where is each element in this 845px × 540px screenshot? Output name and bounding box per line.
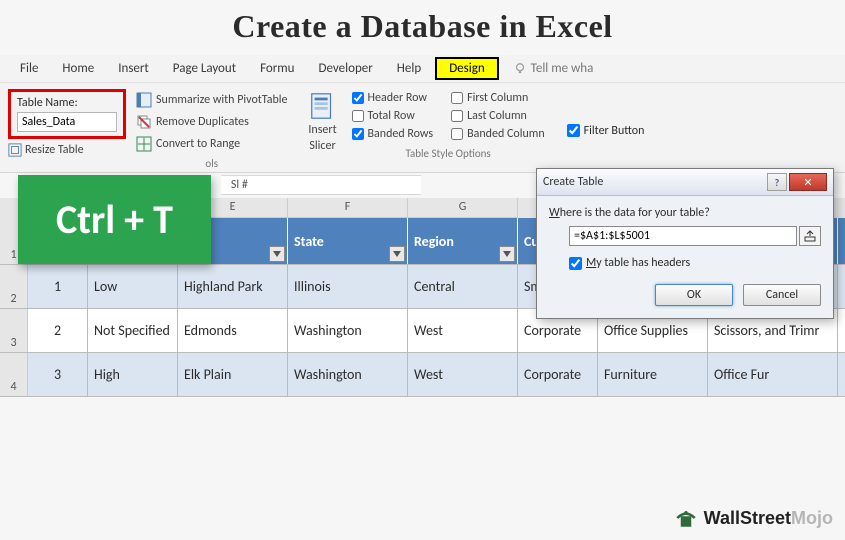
cell-cat[interactable]: Furniture [598,353,708,396]
cell-sl[interactable]: 2 [28,309,88,352]
cell-region[interactable]: West [408,353,518,396]
slicer-icon [308,91,338,121]
pivot-icon [136,92,152,108]
cell-region[interactable]: West [408,309,518,352]
remove-duplicates-button[interactable]: Remove Duplicates [132,113,292,131]
cancel-button[interactable]: Cancel [743,284,821,306]
dialog-title-text: Create Table [543,175,603,189]
filter-dropdown-region[interactable] [499,246,515,262]
brand-text-b: Mojo [791,508,833,529]
brand-text-a: WallStreet [704,508,791,529]
cell-sl[interactable]: 1 [28,265,88,308]
tab-design[interactable]: Design [435,57,498,80]
insert-slicer-line2: Slicer [309,139,335,153]
ribbon-tabs: File Home Insert Page Layout Formu Devel… [0,55,845,83]
tab-home[interactable]: Home [52,57,104,80]
dialog-close-button[interactable]: ✕ [789,173,827,191]
col-label-g[interactable]: G [408,198,518,218]
check-header-row[interactable]: Header Row [352,91,434,105]
tab-file[interactable]: File [10,57,48,80]
table-name-label: Table Name: [17,96,117,110]
insert-slicer-line1: Insert [308,123,336,137]
cell-sl[interactable]: 3 [28,353,88,396]
check-banded-column[interactable]: Banded Column [451,127,545,141]
cell-city[interactable]: Edmonds [178,309,288,352]
row-header[interactable]: 4 [0,353,28,396]
check-first-column[interactable]: First Column [451,91,545,105]
table-row: 4 3 High Elk Plain Washington West Corpo… [0,353,845,397]
page-title: Create a Database in Excel [0,0,845,55]
cell-region[interactable]: Central [408,265,518,308]
range-input[interactable] [569,226,797,246]
group-style-options: Header Row First Column Total Row Last C… [348,89,549,170]
range-picker-button[interactable] [799,226,821,246]
group-properties: Table Name: Resize Table [8,89,126,170]
my-table-has-headers-check[interactable]: My table has headers [569,256,821,270]
ok-button[interactable]: OK [655,284,733,306]
resize-icon [8,143,22,157]
cell-state[interactable]: Washington [288,309,408,352]
watermark: WallStreetMojo [672,504,833,532]
cell-city[interactable]: Highland Park [178,265,288,308]
remove-duplicates-icon [136,114,152,130]
summarize-pivot-button[interactable]: Summarize with PivotTable [132,91,292,109]
cell-sub[interactable]: Office Fur [708,353,838,396]
tab-insert[interactable]: Insert [108,57,159,80]
tell-me-label: Tell me wha [531,61,594,76]
summarize-pivot-label: Summarize with PivotTable [156,93,288,107]
check-filter-button[interactable]: Filter Button [567,89,645,170]
tab-developer[interactable]: Developer [309,57,383,80]
group-tools: Summarize with PivotTable Remove Duplica… [132,89,292,170]
check-banded-rows[interactable]: Banded Rows [352,127,434,141]
th-region[interactable]: Region [408,218,518,264]
check-total-row[interactable]: Total Row [352,109,434,123]
keyboard-shortcut-badge: Ctrl + T [18,175,211,264]
ribbon: Table Name: Resize Table Summarize with … [0,83,845,173]
col-label-f[interactable]: F [288,198,408,218]
cell-city[interactable]: Elk Plain [178,353,288,396]
resize-table-button[interactable]: Resize Table [8,143,126,157]
tab-help[interactable]: Help [387,57,431,80]
cell-priority[interactable]: High [88,353,178,396]
convert-to-range-button[interactable]: Convert to Range [132,135,292,153]
lightbulb-icon [513,62,527,76]
cell-state[interactable]: Illinois [288,265,408,308]
convert-to-range-label: Convert to Range [156,137,240,151]
cell-priority[interactable]: Low [88,265,178,308]
check-last-column[interactable]: Last Column [451,109,545,123]
dialog-help-button[interactable]: ? [767,173,787,191]
convert-range-icon [136,136,152,152]
formula-input[interactable]: Sl # [221,175,421,195]
table-name-box: Table Name: [8,89,126,139]
tell-me-search[interactable]: Tell me wha [513,61,594,76]
tab-page-layout[interactable]: Page Layout [163,57,246,80]
dialog-titlebar[interactable]: Create Table ? ✕ [537,169,833,196]
resize-table-label: Resize Table [25,143,84,157]
cell-priority[interactable]: Not Specified [88,309,178,352]
dialog-question: Where is the data for your table? [549,206,821,220]
table-name-input[interactable] [17,112,117,132]
group-tools-caption: ols [132,157,292,170]
brand-logo-icon [672,504,700,532]
group-style-caption: Table Style Options [348,147,549,160]
th-state[interactable]: State [288,218,408,264]
create-table-dialog: Create Table ? ✕ Where is the data for y… [536,168,834,319]
tab-formulas[interactable]: Formu [250,57,304,80]
filter-dropdown-state[interactable] [389,246,405,262]
filter-dropdown-city[interactable] [269,246,285,262]
remove-duplicates-label: Remove Duplicates [156,115,249,129]
collapse-icon [804,230,816,242]
cell-state[interactable]: Washington [288,353,408,396]
row-header[interactable]: 2 [0,265,28,308]
row-header[interactable]: 3 [0,309,28,352]
insert-slicer-button[interactable]: Insert Slicer [302,89,344,170]
cell-seg[interactable]: Corporate [518,353,598,396]
